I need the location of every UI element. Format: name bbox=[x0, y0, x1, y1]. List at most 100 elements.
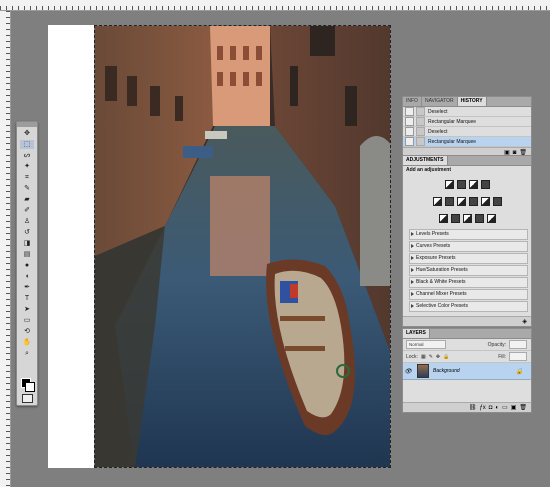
zoom-tool-icon[interactable]: ⌕ bbox=[20, 349, 34, 358]
new-adjustment-layer-icon[interactable]: ◐ bbox=[495, 405, 499, 411]
history-state-label: Deselect bbox=[428, 108, 448, 115]
tab-adjustments[interactable]: ADJUSTMENTS bbox=[403, 156, 448, 165]
crop-tool-icon[interactable]: ⌗ bbox=[20, 173, 34, 182]
adjustments-panel: ADJUSTMENTS Add an adjustment Levels Pre… bbox=[402, 155, 532, 327]
exposure-icon[interactable] bbox=[480, 180, 490, 189]
preset-levels[interactable]: Levels Presets bbox=[409, 229, 528, 240]
pen-tool-icon[interactable]: ✒ bbox=[20, 283, 34, 292]
layers-panel-tabs: LAYERS bbox=[403, 329, 531, 339]
brush-tool-icon[interactable]: ✐ bbox=[20, 206, 34, 215]
threshold-icon[interactable] bbox=[462, 214, 472, 223]
photo-filter-icon[interactable] bbox=[480, 197, 490, 206]
blur-tool-icon[interactable]: ● bbox=[20, 261, 34, 270]
vertical-ruler bbox=[0, 11, 11, 487]
blend-opacity-row: Normal Opacity: bbox=[403, 339, 531, 351]
dodge-tool-icon[interactable]: ◖ bbox=[20, 272, 34, 281]
history-state[interactable]: Deselect bbox=[403, 127, 531, 137]
black-white-icon[interactable] bbox=[468, 197, 478, 206]
eye-visibility-icon[interactable]: 👁 bbox=[403, 368, 413, 375]
clone-stamp-tool-icon[interactable]: ♙ bbox=[20, 217, 34, 226]
lock-all-icon[interactable]: 🔒 bbox=[443, 354, 449, 360]
gradient-tool-icon[interactable]: ▤ bbox=[20, 250, 34, 259]
document-canvas-margin bbox=[48, 25, 94, 468]
new-group-icon[interactable]: ▭ bbox=[502, 404, 508, 411]
history-brush-source-box[interactable] bbox=[405, 137, 414, 146]
selective-color-icon[interactable] bbox=[486, 214, 496, 223]
quick-mask-icon[interactable] bbox=[22, 394, 33, 403]
fill-field[interactable] bbox=[509, 352, 527, 361]
opacity-field[interactable] bbox=[509, 340, 527, 349]
eyedropper-tool-icon[interactable]: ✎ bbox=[20, 184, 34, 193]
horizontal-ruler bbox=[0, 0, 550, 11]
adjustment-icons-row-3 bbox=[403, 214, 531, 223]
tools-panel: ✥ ⬚ ᔕ ✦ ⌗ ✎ ▰ ✐ ♙ ↺ ◨ ▤ ● ◖ ✒ T ➤ ▭ ⟲ ✋ … bbox=[16, 121, 38, 406]
3d-rotate-tool-icon[interactable]: ⟲ bbox=[20, 327, 34, 336]
channel-mixer-icon[interactable] bbox=[492, 197, 502, 206]
delete-layer-icon[interactable]: 🗑 bbox=[519, 404, 527, 411]
history-panel: INFO NAVIGATOR HISTORY Deselect Rectangu… bbox=[402, 96, 532, 157]
blend-mode-select[interactable]: Normal bbox=[406, 340, 446, 349]
preset-hue-saturation[interactable]: Hue/Saturation Presets bbox=[409, 265, 528, 276]
history-state-thumb bbox=[416, 127, 425, 136]
lock-image-icon[interactable]: ✎ bbox=[429, 354, 433, 360]
history-state-thumb bbox=[416, 137, 425, 146]
history-brush-source-box[interactable] bbox=[405, 127, 414, 136]
history-state[interactable]: Deselect bbox=[403, 107, 531, 117]
history-state-label: Deselect bbox=[428, 128, 448, 135]
curves-icon[interactable] bbox=[468, 180, 478, 189]
add-mask-icon[interactable]: ◘ bbox=[489, 405, 493, 411]
lock-position-icon[interactable]: ✥ bbox=[436, 354, 440, 360]
tab-layers[interactable]: LAYERS bbox=[403, 329, 430, 338]
gradient-map-icon[interactable] bbox=[474, 214, 484, 223]
color-balance-icon[interactable] bbox=[456, 197, 466, 206]
history-brush-source-box[interactable] bbox=[405, 117, 414, 126]
history-panel-tabs: INFO NAVIGATOR HISTORY bbox=[403, 97, 531, 107]
hue-saturation-icon[interactable] bbox=[444, 197, 454, 206]
background-color-swatch[interactable] bbox=[25, 382, 35, 392]
new-layer-icon[interactable]: ▣ bbox=[511, 404, 517, 411]
preset-black-white[interactable]: Black & White Presets bbox=[409, 277, 528, 288]
healing-brush-tool-icon[interactable]: ▰ bbox=[20, 195, 34, 204]
tools-panel-grip[interactable] bbox=[17, 122, 37, 127]
tab-history[interactable]: HISTORY bbox=[457, 97, 487, 106]
eraser-tool-icon[interactable]: ◨ bbox=[20, 239, 34, 248]
preset-exposure[interactable]: Exposure Presets bbox=[409, 253, 528, 264]
document-image-venice-canal[interactable] bbox=[94, 25, 391, 468]
invert-icon[interactable] bbox=[438, 214, 448, 223]
hand-tool-icon[interactable]: ✋ bbox=[20, 338, 34, 347]
posterize-icon[interactable] bbox=[450, 214, 460, 223]
layer-thumbnail bbox=[417, 364, 429, 378]
tab-navigator[interactable]: NAVIGATOR bbox=[422, 97, 458, 106]
lock-transparency-icon[interactable]: ▦ bbox=[421, 354, 426, 360]
preset-selective-color[interactable]: Selective Color Presets bbox=[409, 301, 528, 312]
vibrance-icon[interactable] bbox=[432, 197, 442, 206]
history-state-thumb bbox=[416, 107, 425, 116]
type-tool-icon[interactable]: T bbox=[20, 294, 34, 303]
history-state-thumb bbox=[416, 117, 425, 126]
history-state-label: Rectangular Marquee bbox=[428, 118, 477, 125]
tab-info[interactable]: INFO bbox=[403, 97, 422, 106]
layer-row-background[interactable]: 👁 Background 🔒 bbox=[403, 363, 531, 380]
rectangular-marquee-tool-icon[interactable]: ⬚ bbox=[20, 140, 34, 149]
history-state-selected[interactable]: Rectangular Marquee bbox=[403, 137, 531, 147]
lasso-tool-icon[interactable]: ᔕ bbox=[20, 151, 34, 160]
layer-style-icon[interactable]: ƒx bbox=[479, 405, 485, 411]
history-brush-tool-icon[interactable]: ↺ bbox=[20, 228, 34, 237]
layer-name: Background bbox=[433, 368, 460, 374]
levels-icon[interactable] bbox=[456, 180, 466, 189]
history-state[interactable]: Rectangular Marquee bbox=[403, 117, 531, 127]
lock-fill-row: Lock: ▦ ✎ ✥ 🔒 Fill: bbox=[403, 351, 531, 363]
lock-label: Lock: bbox=[406, 353, 418, 360]
shape-tool-icon[interactable]: ▭ bbox=[20, 316, 34, 325]
preset-channel-mixer[interactable]: Channel Mixer Presets bbox=[409, 289, 528, 300]
preset-curves[interactable]: Curves Presets bbox=[409, 241, 528, 252]
venice-canal-photo bbox=[95, 26, 390, 467]
move-tool-icon[interactable]: ✥ bbox=[20, 129, 34, 138]
link-layers-icon[interactable]: ⛓ bbox=[469, 404, 477, 411]
path-selection-tool-icon[interactable]: ➤ bbox=[20, 305, 34, 314]
clip-to-layer-icon[interactable]: ◈ bbox=[522, 318, 527, 325]
magic-wand-tool-icon[interactable]: ✦ bbox=[20, 162, 34, 171]
brightness-contrast-icon[interactable] bbox=[444, 180, 454, 189]
history-brush-source-box[interactable] bbox=[405, 107, 414, 116]
adjustment-icons-row-1 bbox=[403, 180, 531, 189]
